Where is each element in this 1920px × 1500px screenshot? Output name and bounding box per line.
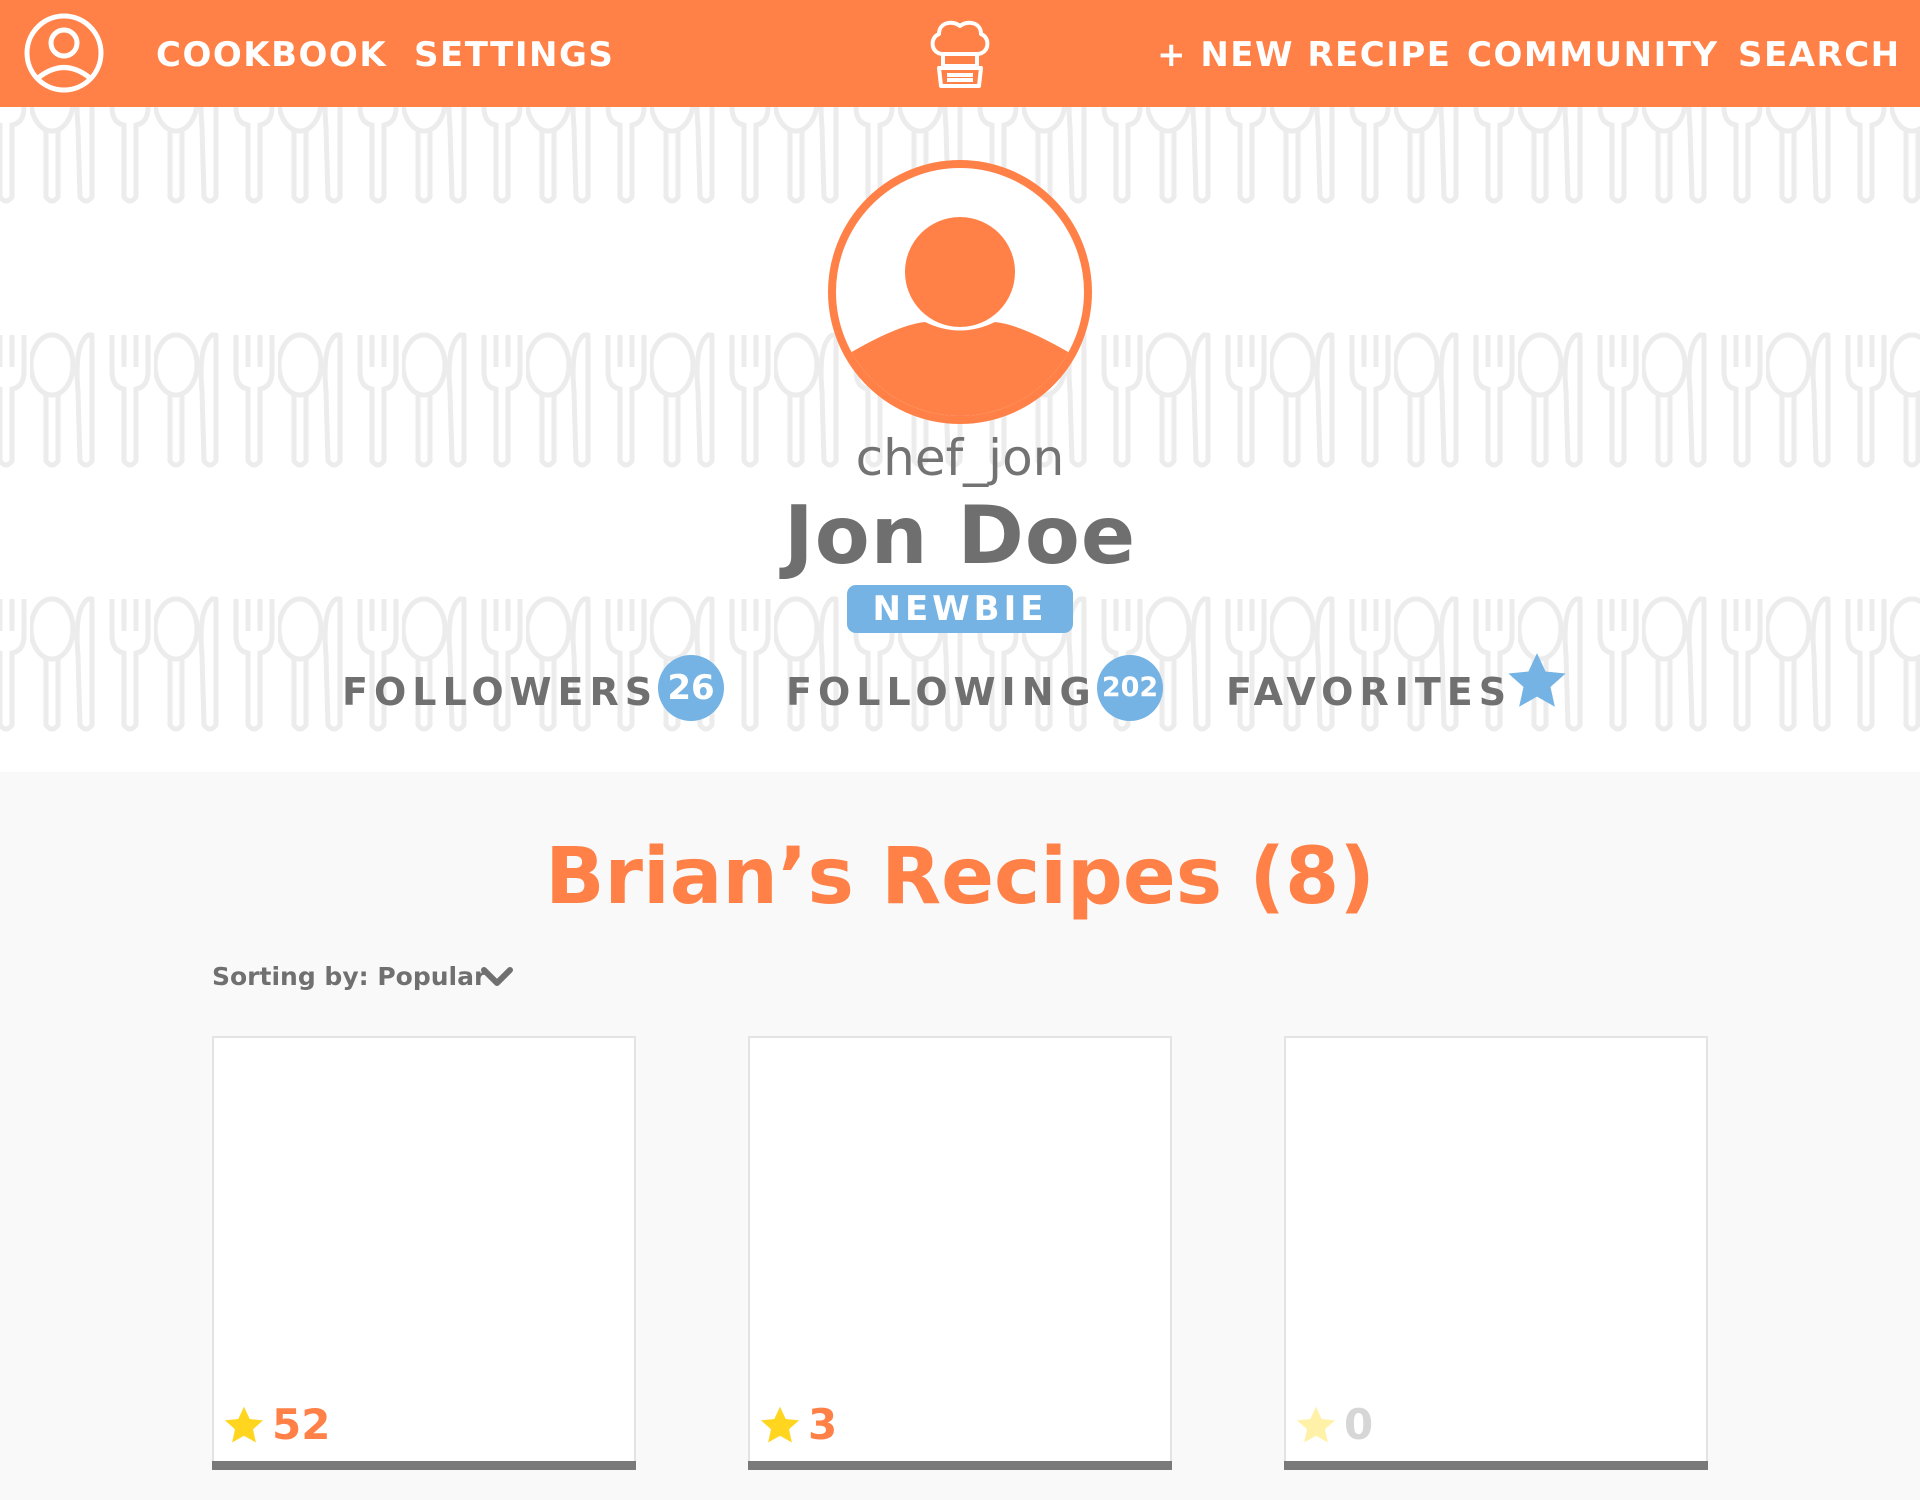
followers-label[interactable]: FOLLOWERS [342, 662, 658, 722]
profile-username: chef_jon [855, 429, 1065, 487]
rank-badge: NEWBIE [847, 585, 1073, 633]
card-bottom-bar [748, 1461, 1172, 1470]
top-nav-bar: COOKBOOK SETTINGS + NEW RECIPE COMMUNITY… [0, 0, 1920, 107]
following-count[interactable]: 202 [1097, 655, 1163, 721]
nav-settings-link[interactable]: SETTINGS [414, 0, 614, 107]
sort-dropdown[interactable]: Sorting by: Popular [212, 962, 486, 991]
user-circle-icon[interactable] [24, 13, 104, 93]
followers-count[interactable]: 26 [658, 655, 724, 721]
nav-community-link[interactable]: COMMUNITY [1467, 0, 1719, 107]
card-bottom-bar [212, 1461, 636, 1470]
recipe-rating-count: 0 [1344, 1400, 1374, 1449]
profile-header: chef_jon Jon Doe NEWBIE FOLLOWERS 26 FOL… [0, 107, 1920, 772]
recipe-card[interactable]: 3 [748, 1036, 1172, 1470]
star-icon[interactable] [1504, 649, 1570, 715]
recipes-section: Brian’s Recipes (8) Sorting by: Popular … [0, 772, 1920, 1500]
star-icon [224, 1406, 264, 1443]
nav-new-recipe-link[interactable]: + NEW RECIPE [1157, 0, 1452, 107]
recipe-rating-count: 3 [808, 1400, 838, 1449]
star-icon [760, 1406, 800, 1443]
profile-avatar [828, 160, 1092, 424]
card-bottom-bar [1284, 1461, 1708, 1470]
recipe-card[interactable]: 52 [212, 1036, 636, 1470]
recipe-rating-count: 52 [272, 1400, 331, 1449]
recipe-card[interactable]: 0 [1284, 1036, 1708, 1470]
star-icon [1296, 1406, 1336, 1443]
recipes-title: Brian’s Recipes (8) [545, 832, 1375, 922]
nav-search-link[interactable]: SEARCH [1738, 0, 1901, 107]
chef-hat-logo-icon[interactable] [925, 12, 995, 92]
chevron-down-icon[interactable] [480, 964, 514, 990]
nav-cookbook-link[interactable]: COOKBOOK [156, 0, 387, 107]
profile-full-name: Jon Doe [783, 489, 1137, 582]
following-label[interactable]: FOLLOWING [786, 662, 1097, 722]
favorites-label[interactable]: FAVORITES [1226, 662, 1512, 722]
